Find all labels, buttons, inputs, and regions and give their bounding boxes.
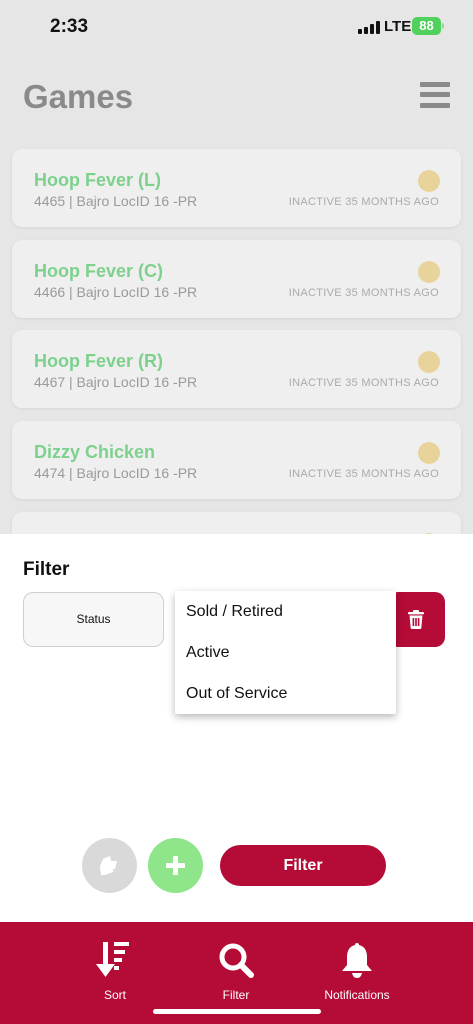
game-name: Dizzy Chicken	[34, 442, 156, 462]
cellular-signal-icon	[358, 21, 380, 34]
status-dot-icon	[418, 170, 440, 192]
filter-sheet-title: Filter	[23, 559, 70, 580]
game-name: Hoop Fever (L)	[34, 170, 162, 190]
game-status: INACTIVE 35 MONTHS AGO	[288, 468, 439, 480]
dropdown-option-out-of-service[interactable]: Out of Service	[186, 685, 287, 703]
clear-button[interactable]	[82, 838, 137, 893]
home-indicator	[153, 1009, 321, 1014]
status-dropdown: Sold / Retired Active Out of Service	[175, 591, 396, 714]
game-status: INACTIVE 35 MONTHS AGO	[288, 377, 439, 389]
network-type: LTE	[384, 18, 412, 35]
status-time: 2:33	[50, 16, 89, 37]
dropdown-option-active[interactable]: Active	[186, 644, 230, 662]
game-details: 4467 | Bajro LocID 16 -PR	[34, 374, 198, 390]
battery-icon: 88	[412, 17, 441, 35]
game-card[interactable]: Hoop Fever (L) 4465 | Bajro LocID 16 -PR…	[12, 149, 461, 227]
status-dot-icon	[418, 351, 440, 373]
game-details: 4466 | Bajro LocID 16 -PR	[34, 284, 198, 300]
nav-label-sort: Sort	[103, 988, 126, 1002]
game-status: INACTIVE 35 MONTHS AGO	[288, 196, 439, 208]
add-filter-button[interactable]	[148, 838, 203, 893]
nav-label-filter: Filter	[222, 988, 250, 1002]
delete-button[interactable]	[388, 592, 445, 647]
trash-icon	[408, 610, 424, 629]
game-card[interactable]: Hoop Fever (R) 4467 | Bajro LocID 16 -PR…	[12, 330, 461, 408]
sort-icon	[96, 942, 129, 977]
game-status: INACTIVE 35 MONTHS AGO	[288, 287, 439, 299]
hamburger-menu-icon[interactable]	[420, 82, 450, 108]
game-card[interactable]: Dizzy Chicken 4474 | Bajro LocID 16 -PR …	[12, 421, 461, 499]
game-name: Hoop Fever (C)	[34, 261, 164, 281]
game-card[interactable]: Hoop Fever (C) 4466 | Bajro LocID 16 -PR…	[12, 240, 461, 318]
game-name: Hoop Fever (R)	[34, 351, 164, 371]
apply-filter-button[interactable]: Filter	[220, 845, 386, 886]
filter-sheet: Filter Status Sold / Retired Active Out …	[0, 534, 473, 922]
page-title: Games	[23, 78, 134, 115]
status-select[interactable]: Status	[23, 592, 164, 647]
status-bar: 2:33 LTE 88	[0, 0, 473, 54]
status-dot-icon	[418, 261, 440, 283]
bell-icon	[342, 943, 372, 978]
battery-tip	[442, 23, 444, 29]
game-details: 4474 | Bajro LocID 16 -PR	[34, 465, 198, 481]
game-details: 4465 | Bajro LocID 16 -PR	[34, 193, 198, 209]
status-dot-icon	[418, 442, 440, 464]
nav-label-notifications: Notifications	[324, 988, 390, 1002]
search-icon	[219, 943, 254, 978]
dropdown-option-sold-retired[interactable]: Sold / Retired	[186, 603, 283, 621]
eraser-icon	[99, 856, 117, 875]
